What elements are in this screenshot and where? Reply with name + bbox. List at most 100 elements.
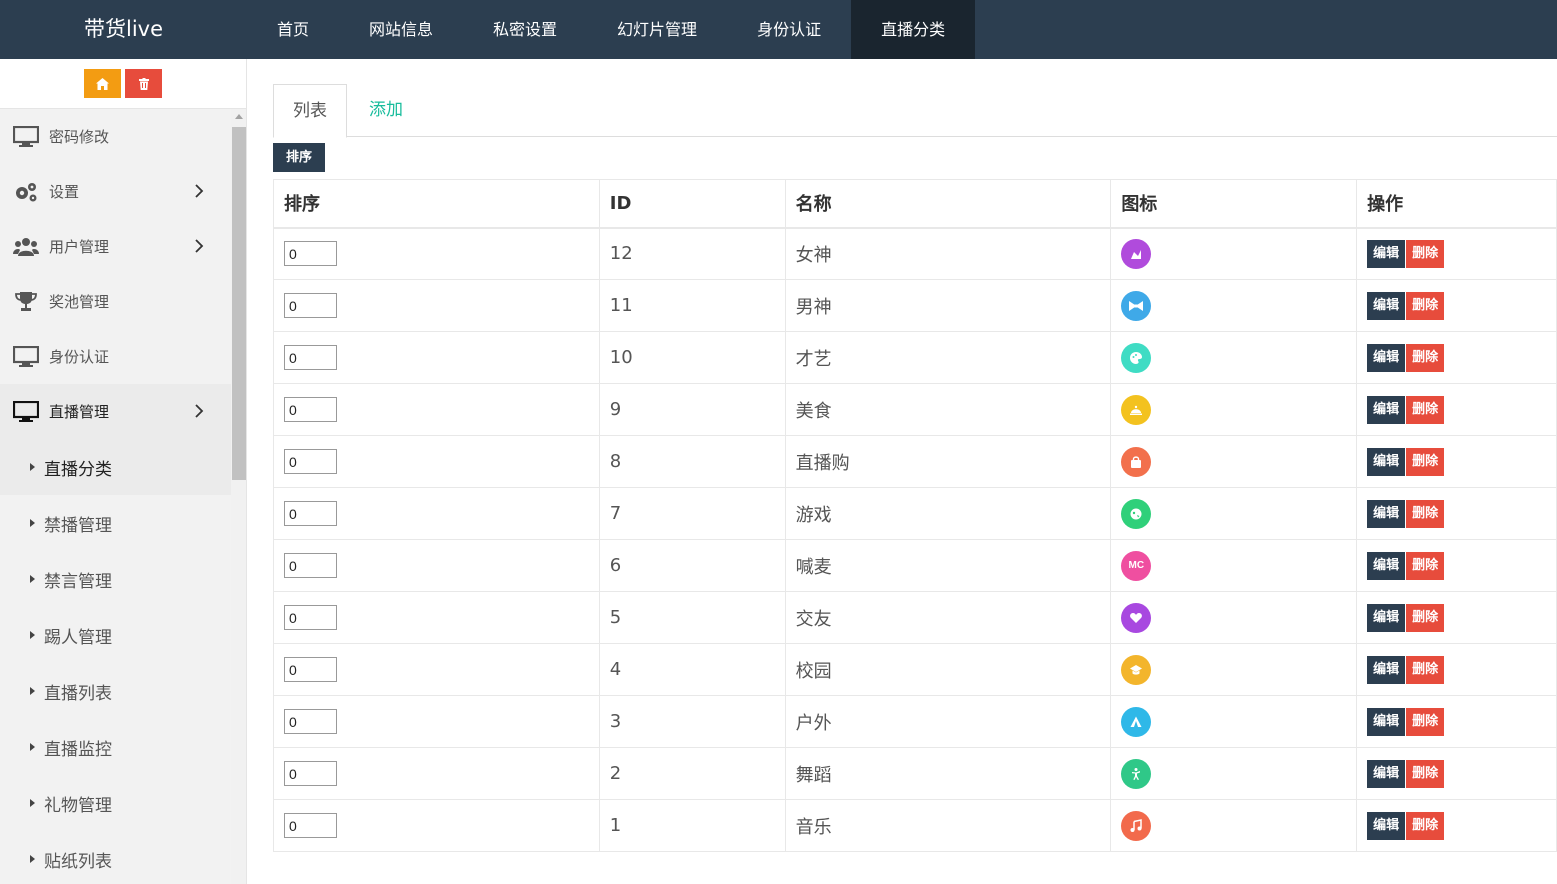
sort-cell [273, 227, 600, 280]
name-cell: 校园 [784, 643, 1112, 696]
sidebar-item[interactable]: 直播管理 [0, 384, 231, 439]
sidebar-subitem-label: 直播监控 [44, 739, 112, 760]
sidebar-subitem[interactable]: 直播列表 [0, 663, 231, 719]
sidebar-item[interactable]: 身份认证 [0, 329, 231, 384]
tab-list[interactable]: 列表 [273, 84, 347, 138]
topnav-item[interactable]: 网站信息 [339, 0, 463, 59]
sort-cell [273, 695, 600, 748]
id-cell: 3 [598, 695, 786, 748]
edit-button[interactable]: 编辑 [1367, 603, 1406, 632]
edit-button[interactable]: 编辑 [1367, 447, 1406, 476]
name-cell: 女神 [784, 227, 1112, 280]
tab-add[interactable]: 添加 [347, 84, 422, 137]
monitor-icon [12, 400, 40, 424]
delete-button[interactable]: 删除 [1406, 759, 1445, 788]
sort-order-input[interactable] [284, 813, 337, 838]
sidebar-subitem[interactable]: 禁言管理 [0, 551, 231, 607]
sidebar-item[interactable]: 设置 [0, 164, 231, 219]
id-cell: 11 [598, 279, 786, 332]
sidebar-subitem[interactable]: 贴纸列表 [0, 831, 231, 884]
name-cell: 美食 [784, 383, 1112, 436]
caret-right-icon [30, 687, 35, 695]
actions-cell: 编辑 删除 [1356, 799, 1557, 852]
chevron-right-icon [189, 181, 209, 201]
sidebar-item[interactable]: 奖池管理 [0, 274, 231, 329]
table-row: 7游戏 编辑删除 [273, 487, 1557, 540]
sort-order-input[interactable] [284, 449, 337, 474]
heels-icon [1121, 238, 1152, 269]
edit-button[interactable]: 编辑 [1367, 395, 1406, 424]
caret-right-icon [30, 799, 35, 807]
sort-order-input[interactable] [284, 241, 337, 267]
id-cell: 5 [598, 591, 786, 644]
delete-button[interactable]: 删除 [1406, 395, 1445, 424]
name-cell: 喊麦 [784, 539, 1112, 592]
delete-button[interactable]: 删除 [1406, 499, 1445, 528]
edit-button[interactable]: 编辑 [1367, 291, 1406, 320]
delete-button[interactable]: 删除 [1406, 239, 1445, 268]
graduation-cap-icon [1121, 654, 1152, 685]
topnav-item[interactable]: 私密设置 [463, 0, 587, 59]
sidebar-subitem[interactable]: 禁播管理 [0, 495, 231, 551]
edit-button[interactable]: 编辑 [1367, 499, 1406, 528]
sidebar-item[interactable]: 用户管理 [0, 219, 231, 274]
music-note-icon [1121, 810, 1152, 841]
trash-button[interactable] [125, 69, 162, 98]
sidebar-menu: 密码修改 设置 用户管理 奖池管理 身份认证 直播管理 直播分类 禁播管理 禁言管理 踢人管理 直播… [0, 109, 231, 884]
delete-button[interactable]: 删除 [1406, 603, 1445, 632]
sidebar-subitem[interactable]: 直播分类 [0, 439, 231, 495]
sidebar-item-label: 密码修改 [49, 128, 110, 146]
delete-button[interactable]: 删除 [1406, 707, 1445, 736]
monitor-icon [12, 125, 40, 149]
caret-right-icon [30, 463, 35, 471]
edit-button[interactable]: 编辑 [1367, 655, 1406, 684]
sidebar-item-label: 直播管理 [49, 403, 110, 421]
monitor-icon [12, 345, 40, 369]
sidebar-subitem[interactable]: 礼物管理 [0, 775, 231, 831]
delete-button[interactable]: 删除 [1406, 291, 1445, 320]
caret-right-icon [30, 519, 35, 527]
sidebar-item[interactable]: 密码修改 [0, 109, 231, 164]
gears-icon [12, 180, 40, 204]
name-cell: 游戏 [784, 487, 1112, 540]
topnav-item[interactable]: 首页 [247, 0, 339, 59]
topnav-item[interactable]: 幻灯片管理 [587, 0, 727, 59]
icon-cell [1110, 279, 1358, 332]
sort-order-input[interactable] [284, 293, 337, 318]
sidebar-scrollbar[interactable] [231, 109, 246, 884]
sort-order-input[interactable] [284, 605, 337, 630]
id-cell: 1 [598, 799, 786, 852]
icon-cell [1110, 435, 1358, 488]
sort-order-input[interactable] [284, 397, 337, 422]
sidebar-subitem[interactable]: 直播监控 [0, 719, 231, 775]
edit-button[interactable]: 编辑 [1367, 707, 1406, 736]
delete-button[interactable]: 删除 [1406, 811, 1445, 840]
column-header-name: 名称 [784, 179, 1112, 229]
delete-button[interactable]: 删除 [1406, 447, 1445, 476]
sort-button[interactable]: 排序 [273, 143, 325, 172]
sort-cell [273, 539, 600, 592]
bag-icon [1121, 446, 1152, 477]
sidebar-subitem[interactable]: 踢人管理 [0, 607, 231, 663]
sort-order-input[interactable] [284, 761, 337, 786]
sort-order-input[interactable] [284, 553, 337, 578]
topnav-item[interactable]: 身份认证 [727, 0, 851, 59]
edit-button[interactable]: 编辑 [1367, 343, 1406, 372]
edit-button[interactable]: 编辑 [1367, 811, 1406, 840]
home-button[interactable] [84, 69, 121, 98]
sort-order-input[interactable] [284, 657, 337, 682]
sort-order-input[interactable] [284, 345, 337, 370]
edit-button[interactable]: 编辑 [1367, 239, 1406, 268]
delete-button[interactable]: 删除 [1406, 343, 1445, 372]
edit-button[interactable]: 编辑 [1367, 551, 1406, 580]
brand-logo[interactable]: 带货live [0, 0, 247, 59]
sort-order-input[interactable] [284, 709, 337, 734]
edit-button[interactable]: 编辑 [1367, 759, 1406, 788]
caret-right-icon [30, 575, 35, 583]
delete-button[interactable]: 删除 [1406, 655, 1445, 684]
topnav-item[interactable]: 直播分类 [851, 0, 976, 59]
delete-button[interactable]: 删除 [1406, 551, 1445, 580]
scroll-thumb[interactable] [232, 127, 246, 480]
scroll-up-arrow-icon[interactable] [235, 114, 243, 119]
sort-order-input[interactable] [284, 501, 337, 526]
